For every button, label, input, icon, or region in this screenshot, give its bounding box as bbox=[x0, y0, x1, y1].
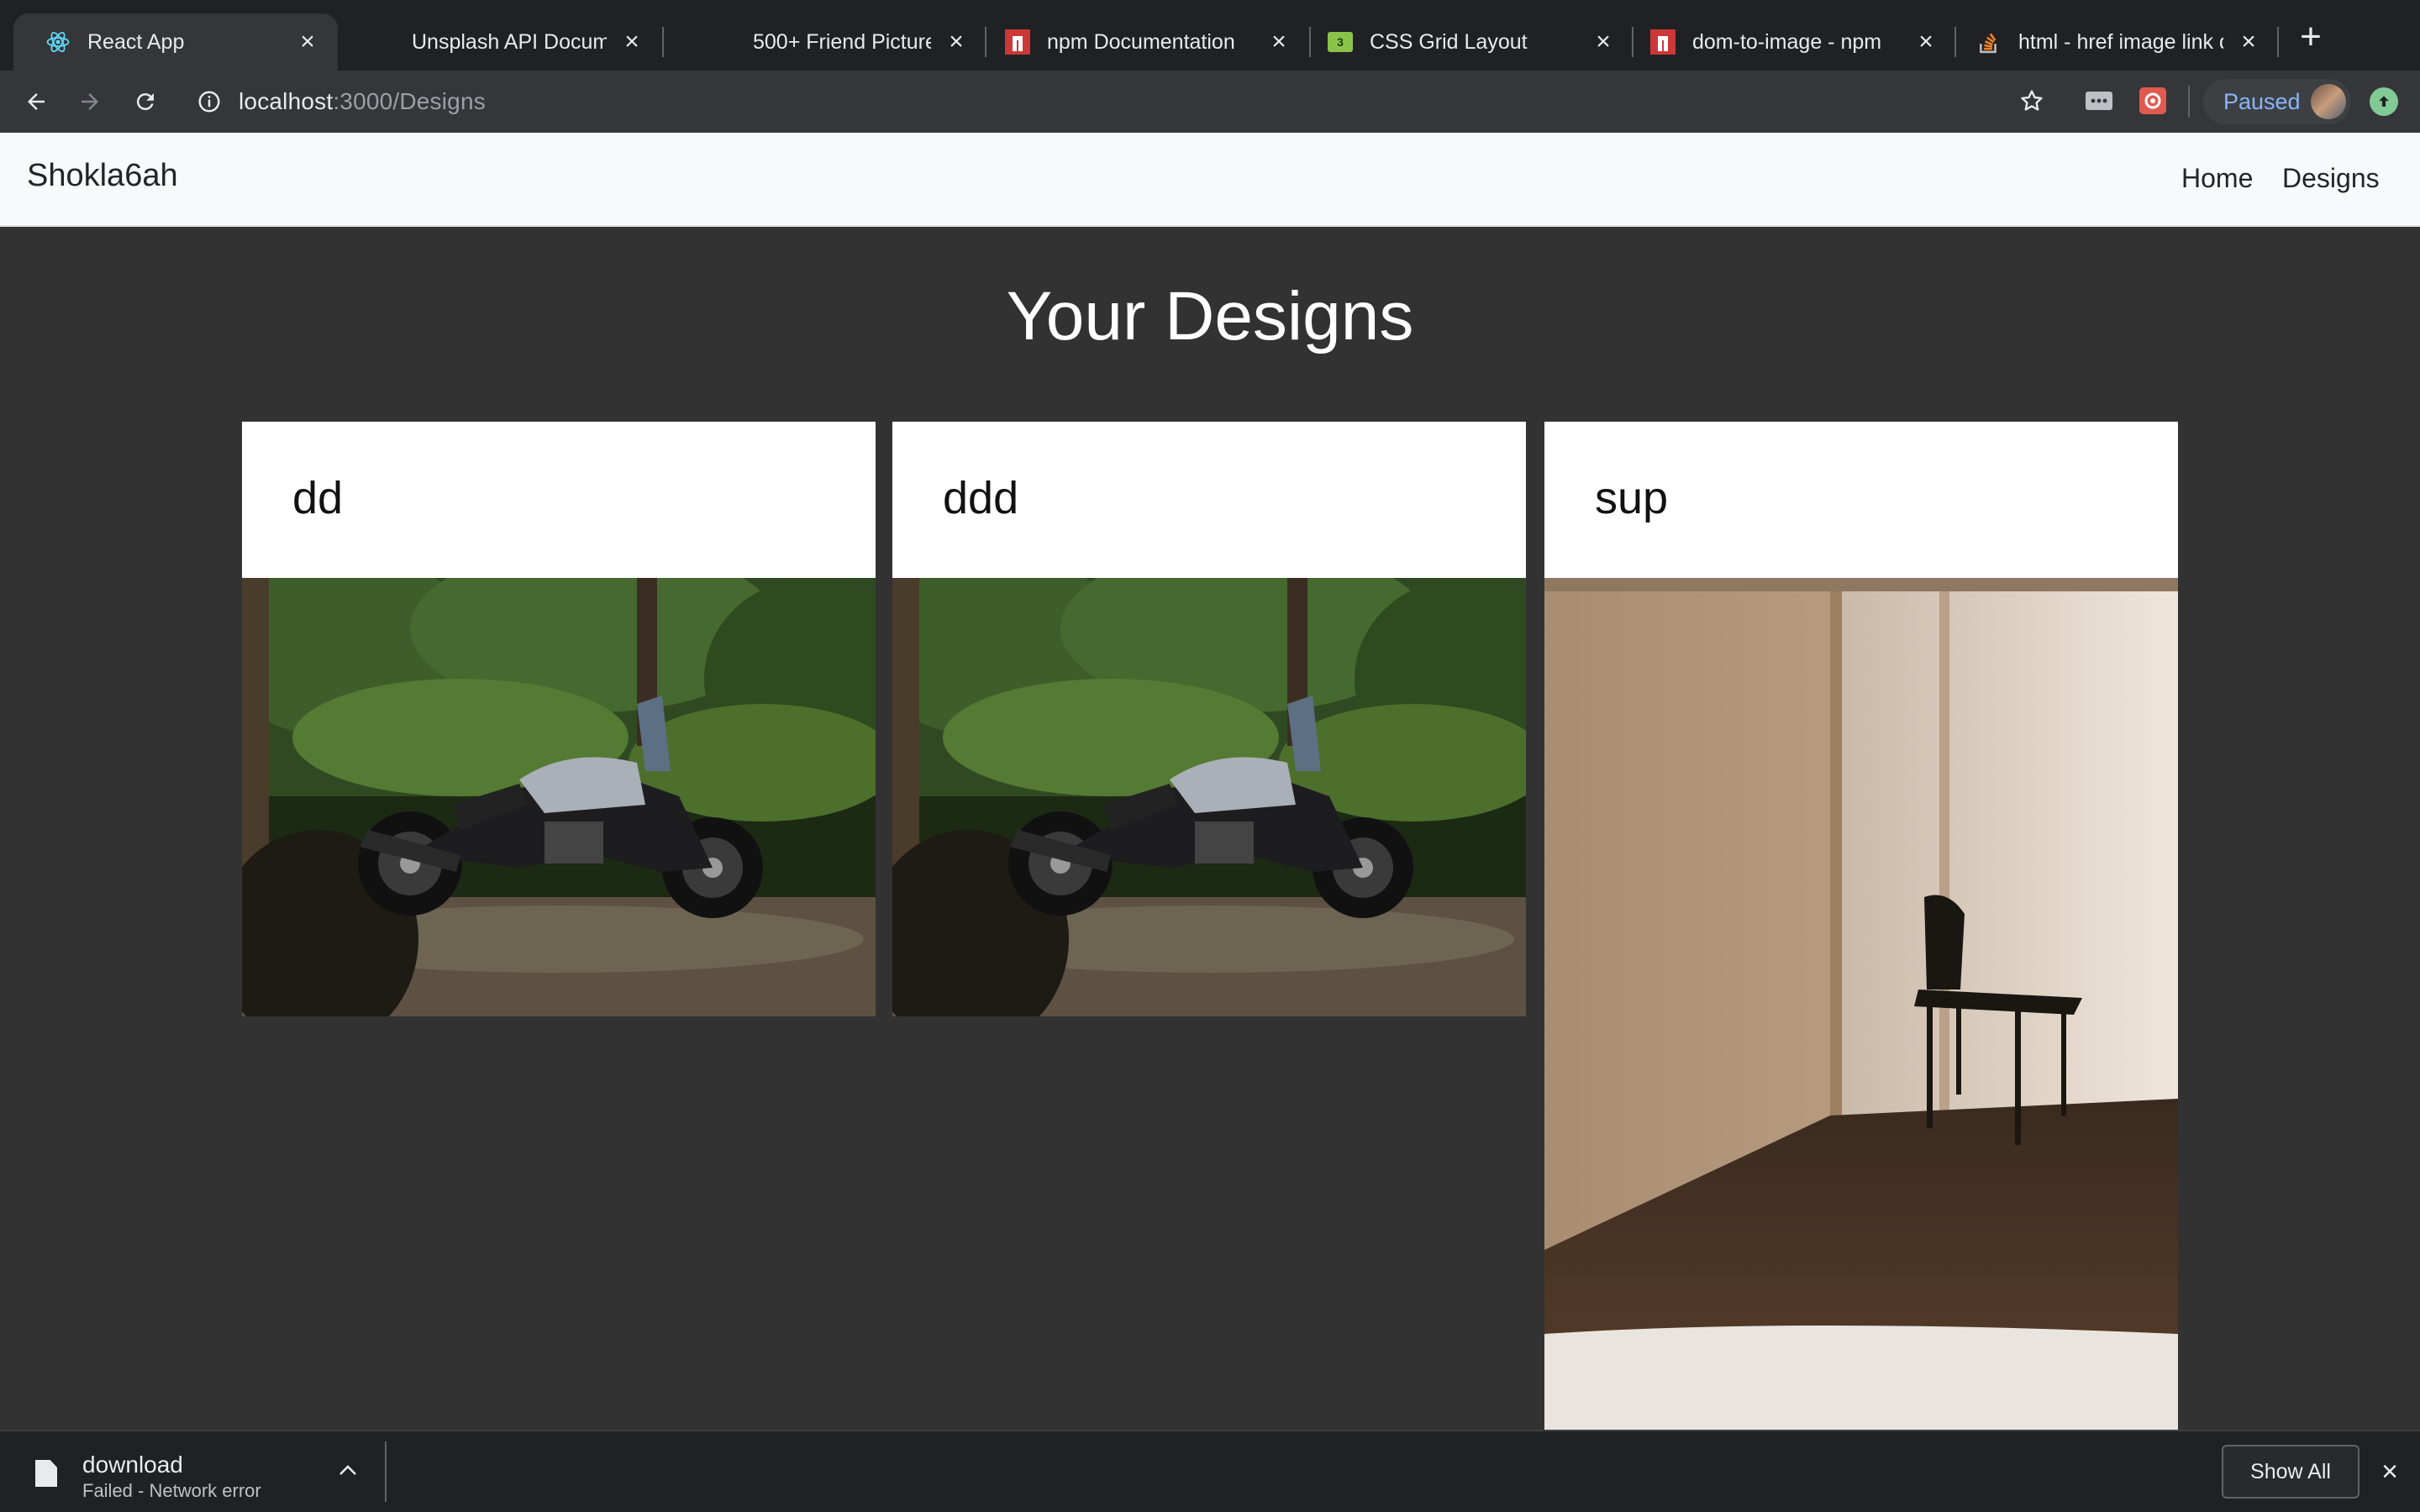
design-card-title: dd bbox=[292, 473, 344, 523]
nav-home-link[interactable]: Home bbox=[2181, 163, 2253, 194]
close-tab-icon[interactable]: × bbox=[1911, 27, 1941, 57]
app-navbar: Shokla6ah Home Designs bbox=[0, 133, 2420, 227]
download-separator bbox=[385, 1441, 387, 1502]
tab-css-grid-layout[interactable]: 3 CSS Grid Layout × bbox=[1311, 13, 1634, 71]
close-tab-icon[interactable]: × bbox=[2233, 27, 2264, 57]
back-arrow-icon[interactable] bbox=[17, 82, 55, 121]
design-card[interactable]: ddd bbox=[892, 422, 1526, 1016]
url-host: localhost bbox=[239, 88, 334, 114]
tab-unsplash-api[interactable]: Unsplash API Documentation × bbox=[338, 13, 662, 71]
stackoverflow-icon bbox=[1976, 29, 2002, 55]
close-tab-icon[interactable]: × bbox=[617, 27, 647, 57]
design-card-title: ddd bbox=[943, 473, 1019, 523]
download-status: Failed - Network error bbox=[82, 1480, 261, 1501]
tab-href-image-link[interactable]: html - href image link download × bbox=[1956, 13, 2279, 71]
show-all-button[interactable]: Show All bbox=[2222, 1445, 2360, 1499]
url-path: :3000/Designs bbox=[333, 88, 486, 114]
extension-dots-icon[interactable] bbox=[2082, 84, 2116, 118]
page-title: Your Designs bbox=[1006, 278, 1414, 354]
download-filename[interactable]: download bbox=[82, 1452, 183, 1478]
tab-title: npm Documentation bbox=[1047, 29, 1235, 54]
browser-tab-strip: React App × Unsplash API Documentation ×… bbox=[0, 0, 2420, 71]
close-tab-icon[interactable]: × bbox=[1264, 27, 1294, 57]
close-tab-icon[interactable]: × bbox=[1588, 27, 1618, 57]
tab-title: CSS Grid Layout bbox=[1370, 29, 1528, 54]
new-tab-plus-icon[interactable]: + bbox=[2292, 18, 2329, 55]
extension-red-icon[interactable] bbox=[2136, 84, 2170, 118]
toolbar-separator bbox=[2188, 86, 2190, 118]
tab-friend-pictures[interactable]: 500+ Friend Pictures [HD] × bbox=[664, 13, 986, 71]
tab-react-app[interactable]: React App × bbox=[13, 13, 338, 71]
file-icon bbox=[35, 1460, 57, 1487]
tab-title: 500+ Friend Pictures [HD] bbox=[753, 29, 931, 54]
unsplash-icon bbox=[370, 29, 395, 55]
tab-title: React App bbox=[87, 29, 185, 54]
profile-avatar bbox=[2311, 84, 2346, 119]
profile-paused-button[interactable]: Paused bbox=[2203, 79, 2351, 124]
close-icon[interactable]: × bbox=[2375, 1456, 2405, 1488]
forward-arrow-icon[interactable] bbox=[71, 82, 109, 121]
update-arrow-icon[interactable] bbox=[2370, 87, 2398, 116]
url-text: localhost:3000/Designs bbox=[239, 88, 486, 115]
download-shelf: download Failed - Network error Show All… bbox=[0, 1430, 2420, 1512]
browser-toolbar: localhost:3000/Designs Paused bbox=[0, 71, 2420, 133]
tab-separator bbox=[2277, 27, 2279, 57]
room-chair-photo bbox=[1544, 578, 2178, 1430]
react-icon bbox=[45, 29, 71, 55]
designs-page: Your Designs dd ddd sup bbox=[0, 227, 2420, 1430]
tab-npm-documentation[interactable]: npm Documentation × bbox=[986, 13, 1309, 71]
brand-logo[interactable]: Shokla6ah bbox=[27, 158, 178, 194]
tab-title: dom-to-image - npm bbox=[1692, 29, 1882, 54]
tab-dom-to-image[interactable]: dom-to-image - npm × bbox=[1634, 13, 1956, 71]
close-tab-icon[interactable]: × bbox=[941, 27, 971, 57]
close-tab-icon[interactable]: × bbox=[292, 27, 323, 57]
tab-title: html - href image link download bbox=[2018, 29, 2223, 54]
css3-icon: 3 bbox=[1328, 29, 1353, 55]
motorcycle-photo bbox=[242, 578, 876, 1016]
reload-icon[interactable] bbox=[126, 82, 165, 121]
chevron-up-icon[interactable] bbox=[334, 1457, 361, 1483]
design-card-title: sup bbox=[1595, 473, 1669, 523]
npm-icon bbox=[1650, 29, 1676, 55]
design-card[interactable]: dd bbox=[242, 422, 876, 1016]
motorcycle-photo bbox=[892, 578, 1526, 1016]
npm-icon bbox=[1005, 29, 1030, 55]
nav-designs-link[interactable]: Designs bbox=[2282, 163, 2380, 194]
address-bar[interactable]: localhost:3000/Designs bbox=[182, 77, 2030, 126]
tab-title: Unsplash API Documentation bbox=[412, 29, 607, 54]
design-card[interactable]: sup bbox=[1544, 422, 2178, 1430]
profile-status-label: Paused bbox=[2223, 88, 2301, 114]
site-info-icon[interactable] bbox=[197, 89, 222, 118]
bookmark-star-icon[interactable] bbox=[2015, 84, 2049, 118]
